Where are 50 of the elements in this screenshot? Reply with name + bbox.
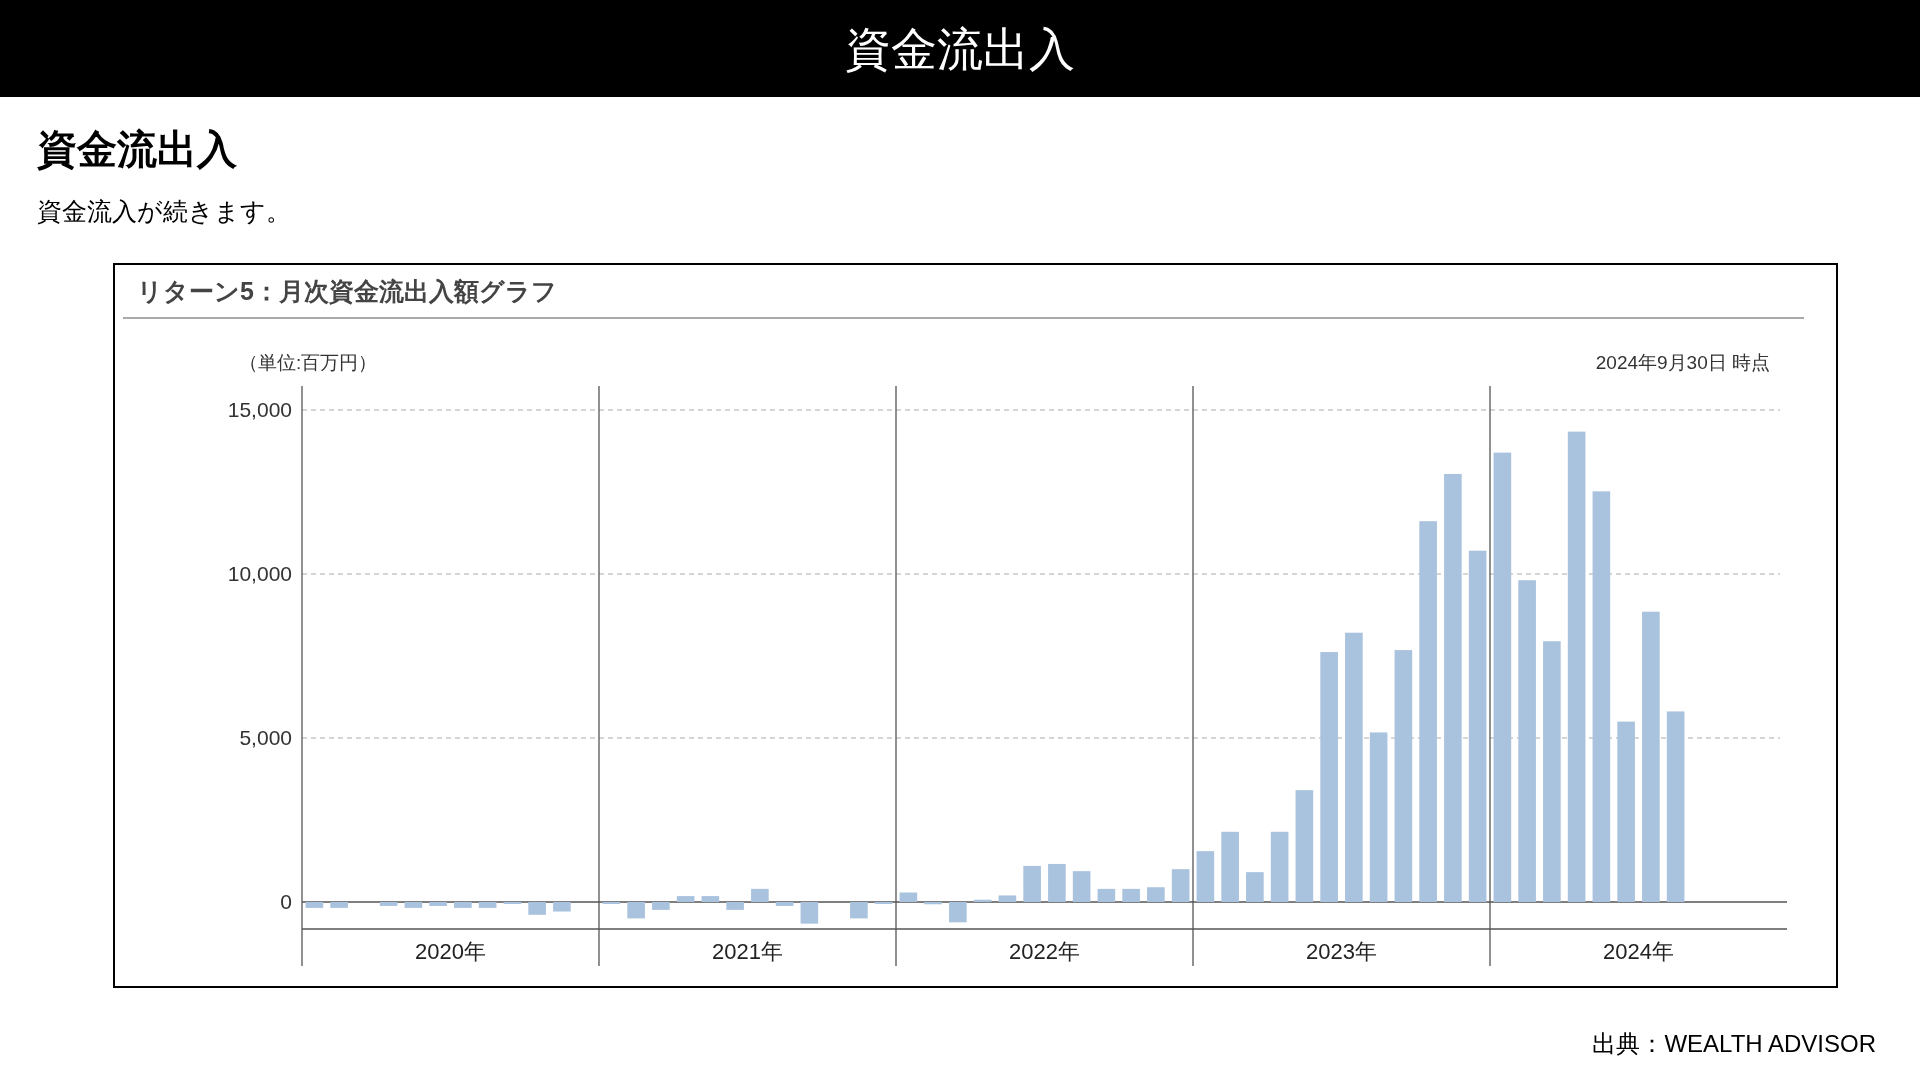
year-label: 2022年 bbox=[1009, 939, 1080, 964]
chart-bar bbox=[850, 902, 868, 919]
header-title: 資金流出入 bbox=[845, 25, 1075, 72]
source-credit: 出典：WEALTH ADVISOR bbox=[1592, 1029, 1876, 1059]
chart-bar bbox=[998, 895, 1017, 902]
chart-bar bbox=[1048, 863, 1066, 902]
chart-bar bbox=[1171, 869, 1190, 902]
year-label: 2021年 bbox=[712, 939, 783, 964]
year-label: 2024年 bbox=[1603, 939, 1674, 964]
chart-bar bbox=[924, 902, 942, 905]
chart-bar bbox=[949, 902, 967, 923]
chart-bar bbox=[973, 899, 992, 902]
chart-bar bbox=[528, 902, 546, 915]
chart-bar bbox=[429, 902, 447, 906]
chart-bar bbox=[1270, 831, 1289, 902]
year-label: 2020年 bbox=[415, 939, 486, 964]
chart-bar bbox=[553, 902, 571, 912]
y-tick-label: 0 bbox=[280, 890, 292, 913]
chart-bar bbox=[751, 888, 769, 902]
chart-bar bbox=[899, 892, 918, 902]
year-label: 2023年 bbox=[1306, 939, 1377, 964]
y-tick-label: 10,000 bbox=[227, 562, 292, 585]
chart-bar bbox=[454, 902, 472, 908]
chart-bar bbox=[701, 896, 720, 902]
chart-bar bbox=[1221, 831, 1239, 902]
chart-bar bbox=[1097, 888, 1116, 902]
chart-bar bbox=[775, 902, 794, 906]
chart-bar bbox=[676, 896, 695, 902]
chart-bar bbox=[1196, 851, 1215, 902]
chart-bar bbox=[1122, 888, 1140, 902]
chart-title: リターン5：月次資金流出入額グラフ bbox=[137, 277, 557, 305]
y-tick-label: 5,000 bbox=[239, 726, 292, 749]
chart-bar bbox=[1023, 865, 1041, 902]
chart-bar bbox=[1147, 887, 1165, 902]
chart-bar bbox=[305, 902, 324, 908]
date-label: 2024年9月30日 時点 bbox=[1595, 350, 1770, 375]
section-text: 資金流入が続きます。 bbox=[37, 196, 292, 227]
chart-bar bbox=[800, 902, 819, 924]
chart-bar bbox=[478, 902, 497, 908]
chart-bar bbox=[379, 902, 398, 906]
chart-bar bbox=[1072, 871, 1091, 902]
chart-bar bbox=[404, 902, 423, 908]
chart-bar bbox=[627, 902, 645, 919]
chart-bar bbox=[1246, 872, 1264, 902]
section-heading: 資金流出入 bbox=[37, 126, 238, 173]
chart-bar bbox=[652, 902, 670, 910]
y-tick-label: 15,000 bbox=[227, 398, 292, 421]
chart-bar bbox=[726, 902, 744, 910]
chart-bar bbox=[330, 902, 348, 908]
unit-label: （単位:百万円） bbox=[239, 350, 378, 375]
